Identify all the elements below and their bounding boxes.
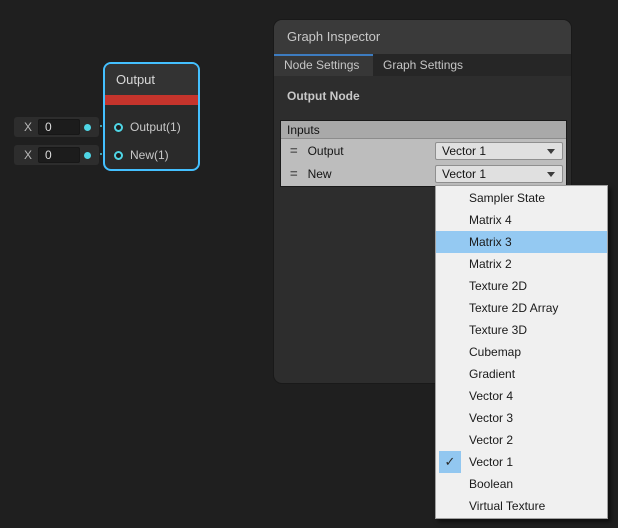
inputs-list: Inputs = Output Vector 1 = New Vector 1 (281, 121, 566, 186)
inputs-row-new: = New Vector 1 (281, 162, 566, 185)
output-node[interactable]: Output Output(1) New(1) (103, 62, 200, 171)
menu-item-matrix-2[interactable]: Matrix 2 (436, 253, 607, 275)
type-selection-menu: Sampler State Matrix 4 Matrix 3 Matrix 2… (435, 185, 608, 519)
checkmark-icon (439, 407, 461, 429)
value-field[interactable]: 0 (38, 147, 80, 163)
checkmark-icon (439, 473, 461, 495)
checkmark-icon (439, 495, 461, 517)
port-circle-icon[interactable] (114, 151, 123, 160)
tab-node-settings[interactable]: Node Settings (274, 54, 373, 76)
checkmark-icon (439, 385, 461, 407)
menu-item-boolean[interactable]: Boolean (436, 473, 607, 495)
axis-label: X (24, 148, 32, 162)
menu-item-matrix-4[interactable]: Matrix 4 (436, 209, 607, 231)
checkmark-icon (439, 341, 461, 363)
axis-label: X (24, 120, 32, 134)
node-error-bar (105, 95, 198, 105)
type-dropdown-output[interactable]: Vector 1 (435, 142, 563, 160)
inline-input-output: X 0 (14, 117, 99, 137)
port-circle-icon[interactable] (114, 123, 123, 132)
checkmark-icon (439, 253, 461, 275)
connection-dot-icon (84, 152, 91, 159)
checkmark-icon (439, 231, 461, 253)
checkmark-icon (439, 363, 461, 385)
menu-item-vector-3[interactable]: Vector 3 (436, 407, 607, 429)
menu-item-texture-2d-array[interactable]: Texture 2D Array (436, 297, 607, 319)
menu-item-matrix-3[interactable]: Matrix 3 (436, 231, 607, 253)
connection-dot-icon (84, 124, 91, 131)
checkmark-icon (439, 319, 461, 341)
menu-item-virtual-texture[interactable]: Virtual Texture (436, 495, 607, 517)
node-title: Output (105, 64, 198, 95)
menu-item-cubemap[interactable]: Cubemap (436, 341, 607, 363)
inspector-tabs: Node Settings Graph Settings (274, 54, 571, 76)
menu-item-texture-3d[interactable]: Texture 3D (436, 319, 607, 341)
checkmark-icon (439, 187, 461, 209)
node-ports: Output(1) New(1) (105, 105, 198, 169)
input-row-label: Output (308, 144, 344, 158)
checkmark-icon (439, 275, 461, 297)
menu-item-vector-4[interactable]: Vector 4 (436, 385, 607, 407)
dropdown-value: Vector 1 (442, 167, 486, 181)
inputs-row-output: = Output Vector 1 (281, 139, 566, 162)
checkmark-icon (439, 209, 461, 231)
menu-item-gradient[interactable]: Gradient (436, 363, 607, 385)
port-label: New(1) (130, 148, 169, 162)
port-label: Output(1) (130, 120, 181, 134)
value-field[interactable]: 0 (38, 119, 80, 135)
tab-graph-settings[interactable]: Graph Settings (373, 54, 473, 76)
checkmark-icon (439, 429, 461, 451)
input-row-label: New (308, 167, 332, 181)
checkmark-icon (439, 297, 461, 319)
section-title: Output Node (274, 76, 571, 103)
menu-item-vector-2[interactable]: Vector 2 (436, 429, 607, 451)
drag-handle-icon[interactable]: = (290, 166, 298, 181)
chevron-down-icon (547, 172, 555, 177)
drag-handle-icon[interactable]: = (290, 143, 298, 158)
type-dropdown-new[interactable]: Vector 1 (435, 165, 563, 183)
shader-graph-canvas[interactable]: X 0 X 0 Output Output(1) New(1) Graph In… (0, 0, 618, 528)
checkmark-icon: ✓ (439, 451, 461, 473)
chevron-down-icon (547, 149, 555, 154)
inputs-list-header: Inputs (281, 121, 566, 139)
port-row-output: Output(1) (105, 113, 198, 141)
menu-item-sampler-state[interactable]: Sampler State (436, 187, 607, 209)
dropdown-value: Vector 1 (442, 144, 486, 158)
menu-item-vector-1[interactable]: ✓Vector 1 (436, 451, 607, 473)
port-row-new: New(1) (105, 141, 198, 169)
inline-input-new: X 0 (14, 145, 99, 165)
menu-item-texture-2d[interactable]: Texture 2D (436, 275, 607, 297)
panel-title: Graph Inspector (274, 20, 571, 54)
